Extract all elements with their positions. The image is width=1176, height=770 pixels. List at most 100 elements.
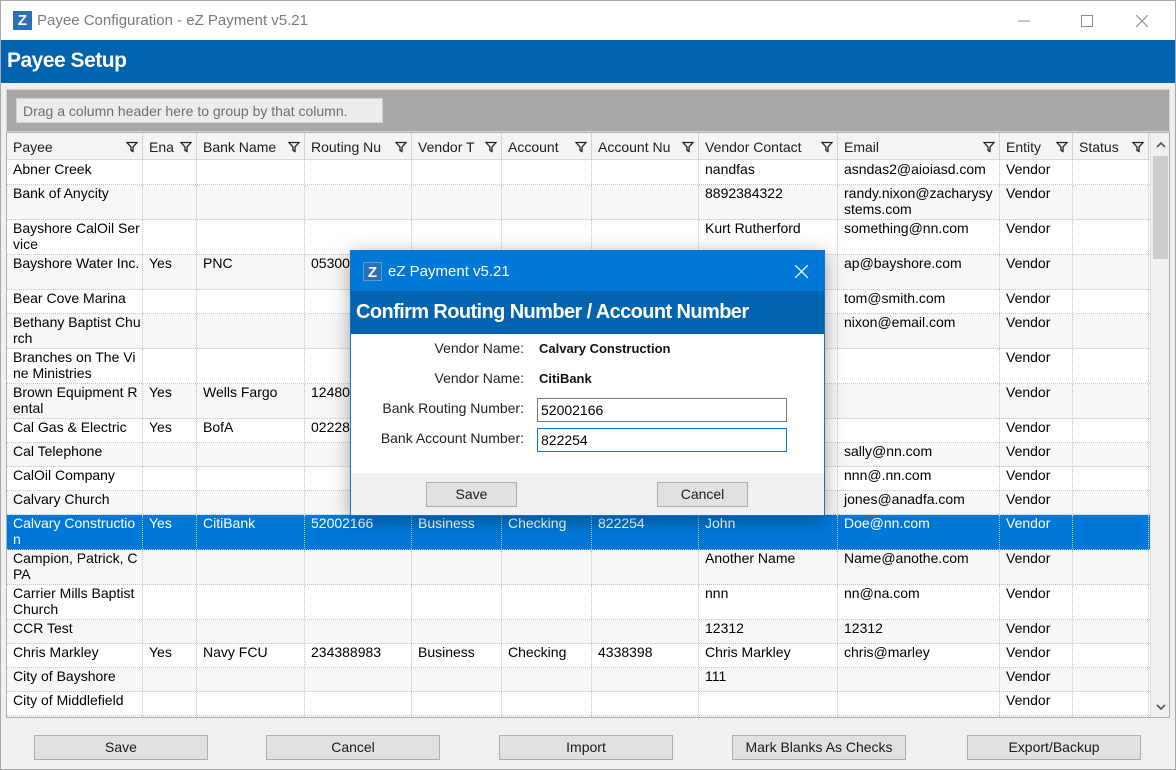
table-row[interactable]: City of Bayshore 111 Vendor bbox=[7, 668, 1150, 692]
filter-icon[interactable] bbox=[1055, 140, 1069, 153]
table-row[interactable]: Campion, Patrick, CPA Another Name Name@an… bbox=[7, 550, 1150, 585]
cell-entity[interactable]: Vendor bbox=[1000, 314, 1073, 348]
filter-icon[interactable] bbox=[125, 140, 139, 153]
cell-vendor-type[interactable] bbox=[412, 585, 502, 619]
vertical-scrollbar[interactable] bbox=[1150, 133, 1169, 717]
cell-payee[interactable]: CCR Test bbox=[7, 620, 143, 643]
cell-email[interactable]: randy.nixon@zacharysystems.com bbox=[838, 185, 1000, 219]
cell-email[interactable]: Name@anothe.com bbox=[838, 550, 1000, 584]
filter-icon[interactable] bbox=[179, 140, 193, 153]
cell-email[interactable]: nnn@.nn.com bbox=[838, 467, 1000, 490]
cell-status[interactable] bbox=[1073, 515, 1149, 549]
column-header-email[interactable]: Email bbox=[838, 133, 1000, 160]
cell-entity[interactable]: Vendor bbox=[1000, 161, 1073, 184]
cell-account[interactable] bbox=[502, 692, 592, 715]
table-row[interactable]: Chris Markley Yes Navy FCU 234388983 Busines… bbox=[7, 644, 1150, 668]
cell-enabled[interactable] bbox=[143, 491, 197, 514]
cell-payee[interactable]: City of Bayshore bbox=[7, 668, 143, 691]
cell-payee[interactable]: Brown Equipment Rental bbox=[7, 384, 143, 418]
cell-email[interactable]: ap@bayshore.com bbox=[838, 255, 1000, 289]
cell-status[interactable] bbox=[1073, 384, 1149, 418]
cell-routing[interactable] bbox=[305, 220, 412, 254]
cell-bank[interactable] bbox=[197, 668, 305, 691]
cell-status[interactable] bbox=[1073, 620, 1149, 643]
scroll-thumb[interactable] bbox=[1153, 156, 1168, 259]
cell-vendor-type[interactable]: Business bbox=[412, 515, 502, 549]
cell-account-num[interactable]: 4338398 bbox=[592, 644, 699, 667]
cell-enabled[interactable] bbox=[143, 467, 197, 490]
save-button[interactable]: Save bbox=[34, 735, 208, 760]
cell-status[interactable] bbox=[1073, 290, 1149, 313]
cell-email[interactable]: 12312 bbox=[838, 620, 1000, 643]
cell-account[interactable] bbox=[502, 161, 592, 184]
cell-account[interactable] bbox=[502, 668, 592, 691]
filter-icon[interactable] bbox=[820, 140, 834, 153]
cell-bank[interactable]: Navy FCU bbox=[197, 644, 305, 667]
cell-payee[interactable]: Carrier Mills Baptist Church bbox=[7, 585, 143, 619]
cell-entity[interactable]: Vendor bbox=[1000, 550, 1073, 584]
cell-enabled[interactable] bbox=[143, 443, 197, 466]
cell-status[interactable] bbox=[1073, 467, 1149, 490]
filter-icon[interactable] bbox=[681, 140, 695, 153]
cell-vendor-type[interactable] bbox=[412, 620, 502, 643]
cell-entity[interactable]: Vendor bbox=[1000, 220, 1073, 254]
cell-enabled[interactable] bbox=[143, 220, 197, 254]
cell-enabled[interactable] bbox=[143, 290, 197, 313]
cell-status[interactable] bbox=[1073, 585, 1149, 619]
cell-vendor-type[interactable] bbox=[412, 692, 502, 715]
cell-enabled[interactable] bbox=[143, 620, 197, 643]
column-header-vendor-type[interactable]: Vendor T bbox=[412, 133, 502, 160]
minimize-button[interactable] bbox=[1001, 1, 1047, 40]
cell-entity[interactable]: Vendor bbox=[1000, 692, 1073, 715]
cell-payee[interactable]: CalOil Company bbox=[7, 467, 143, 490]
cell-payee[interactable]: Bear Cove Marina bbox=[7, 290, 143, 313]
cell-status[interactable] bbox=[1073, 419, 1149, 442]
import-button[interactable]: Import bbox=[499, 735, 673, 760]
cell-status[interactable] bbox=[1073, 668, 1149, 691]
cell-entity[interactable]: Vendor bbox=[1000, 644, 1073, 667]
filter-icon[interactable] bbox=[394, 140, 408, 153]
cell-contact[interactable] bbox=[699, 716, 838, 717]
column-header-routing[interactable]: Routing Nu bbox=[305, 133, 412, 160]
cell-routing[interactable] bbox=[305, 620, 412, 643]
dialog-cancel-button[interactable]: Cancel bbox=[657, 482, 748, 507]
cell-enabled[interactable] bbox=[143, 161, 197, 184]
cell-account-num[interactable]: 822254 bbox=[592, 515, 699, 549]
cell-payee[interactable]: Bank of Anycity bbox=[7, 185, 143, 219]
cell-status[interactable] bbox=[1073, 314, 1149, 348]
cell-bank[interactable] bbox=[197, 161, 305, 184]
column-header-contact[interactable]: Vendor Contact bbox=[699, 133, 838, 160]
dialog-close-button[interactable] bbox=[789, 261, 813, 281]
cell-bank[interactable] bbox=[197, 620, 305, 643]
cell-enabled[interactable]: Yes bbox=[143, 255, 197, 289]
cell-payee[interactable]: Chris Markley bbox=[7, 644, 143, 667]
table-row[interactable]: Bank of Anycity 8892384322 randy.nixon@zac… bbox=[7, 185, 1150, 220]
cell-email[interactable]: sally@nn.com bbox=[838, 443, 1000, 466]
cell-bank[interactable] bbox=[197, 443, 305, 466]
cell-email[interactable] bbox=[838, 692, 1000, 715]
cell-entity[interactable]: Vendor bbox=[1000, 515, 1073, 549]
cell-email[interactable]: Doe@nn.com bbox=[838, 515, 1000, 549]
cell-routing[interactable]: 234388983 bbox=[305, 644, 412, 667]
cell-account[interactable] bbox=[502, 716, 592, 717]
group-by-panel[interactable]: Drag a column header here to group by th… bbox=[6, 89, 1170, 132]
cell-entity[interactable]: Vendor bbox=[1000, 716, 1073, 717]
cell-entity[interactable]: Vendor bbox=[1000, 290, 1073, 313]
cell-enabled[interactable] bbox=[143, 668, 197, 691]
maximize-button[interactable] bbox=[1064, 1, 1110, 40]
cell-entity[interactable]: Vendor bbox=[1000, 384, 1073, 418]
filter-icon[interactable] bbox=[982, 140, 996, 153]
cell-email[interactable] bbox=[838, 668, 1000, 691]
cell-contact[interactable]: John bbox=[699, 515, 838, 549]
cell-bank[interactable] bbox=[197, 467, 305, 490]
cell-payee[interactable]: Cal Telephone bbox=[7, 443, 143, 466]
cell-status[interactable] bbox=[1073, 220, 1149, 254]
cell-email[interactable]: tom@smith.com bbox=[838, 290, 1000, 313]
cancel-button[interactable]: Cancel bbox=[266, 735, 440, 760]
cell-account-num[interactable] bbox=[592, 161, 699, 184]
cell-entity[interactable]: Vendor bbox=[1000, 491, 1073, 514]
cell-account-num[interactable] bbox=[592, 185, 699, 219]
table-row[interactable]: Colonial Hills Vendor bbox=[7, 716, 1150, 717]
cell-enabled[interactable] bbox=[143, 314, 197, 348]
cell-entity[interactable]: Vendor bbox=[1000, 668, 1073, 691]
